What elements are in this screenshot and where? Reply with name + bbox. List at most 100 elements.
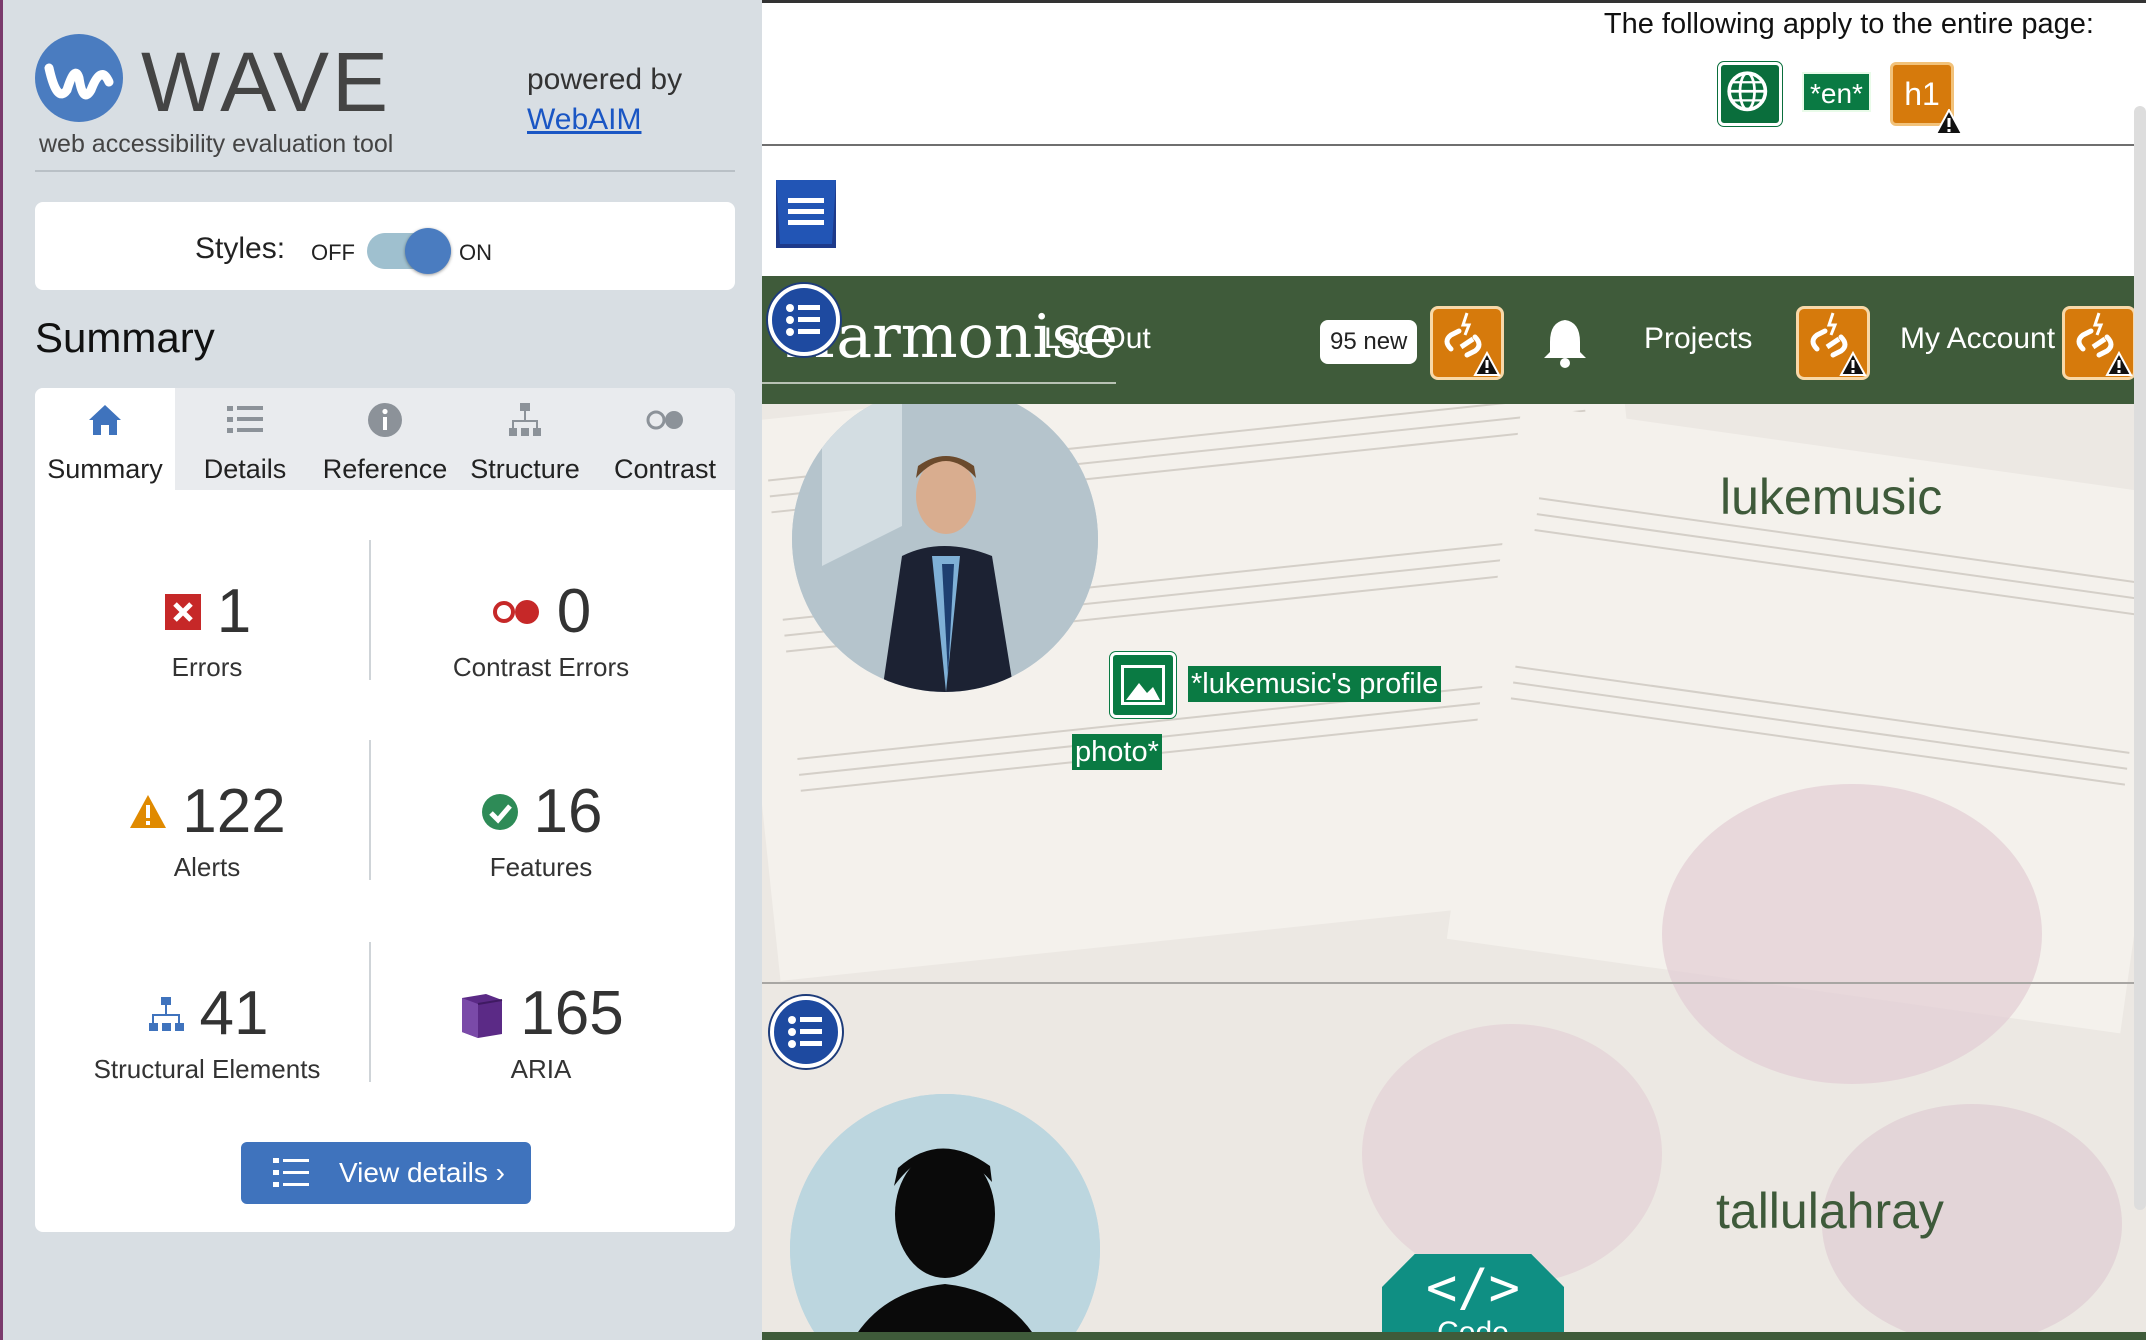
alt-text-label: photo* — [1072, 734, 1162, 770]
projects-link[interactable]: Projects — [1644, 322, 1752, 356]
tab-label: Summary — [47, 454, 163, 484]
aria-label: ARIA — [510, 1054, 572, 1084]
language-feature-icon[interactable] — [1718, 62, 1782, 126]
powered-by: powered by WebAIM — [527, 60, 682, 140]
alt-text-label: *lukemusic's profile — [1188, 666, 1442, 702]
alerts-count: 122 — [182, 777, 286, 846]
contrast-error-icon — [492, 600, 539, 624]
list-icon — [273, 1158, 309, 1187]
h1-alert-icon[interactable]: h1 — [1890, 62, 1963, 135]
aria-stat[interactable]: 165 ARIA — [381, 976, 701, 1085]
aria-icon — [462, 994, 503, 1038]
features-label: Features — [489, 852, 593, 882]
contrast-errors-label: Contrast Errors — [452, 652, 630, 682]
logout-link[interactable]: Log Out — [1044, 322, 1151, 356]
errors-count: 1 — [216, 577, 252, 646]
profile-photo[interactable] — [790, 1094, 1100, 1340]
account-link[interactable]: My Account — [1900, 322, 2055, 356]
errors-stat[interactable]: 1 Errors — [47, 574, 367, 683]
language-label: *en* — [1802, 72, 1871, 112]
notifications-badge[interactable]: 95 new — [1320, 320, 1418, 364]
contrast-errors-count: 0 — [556, 577, 592, 646]
list-icon — [786, 304, 820, 336]
errors-label: Errors — [171, 652, 243, 682]
divider — [762, 982, 2146, 984]
divider — [369, 740, 371, 880]
broken-link-icon — [1810, 312, 1867, 376]
profile-username[interactable]: lukemusic — [1720, 468, 1942, 526]
list-structure-icon[interactable] — [768, 284, 840, 356]
tab-label: Contrast — [613, 454, 717, 484]
webaim-link[interactable]: WebAIM — [527, 100, 682, 140]
structural-count: 41 — [199, 979, 269, 1048]
contrast-errors-stat[interactable]: 0 Contrast Errors — [381, 574, 701, 683]
tab-contrast[interactable]: Contrast — [595, 388, 735, 490]
tab-summary[interactable]: Summary — [35, 388, 175, 490]
wave-tabs: Summary Details Reference Structure Cont… — [35, 388, 735, 490]
flower-image — [1662, 784, 2042, 1084]
staff-line — [1534, 528, 2146, 618]
divider — [35, 170, 735, 172]
divider — [762, 144, 2146, 146]
view-details-label: View details › — [339, 1157, 506, 1188]
page-preview: The following apply to the entire page: … — [762, 0, 2146, 1340]
page-notice: The following apply to the entire page: — [1603, 8, 2094, 40]
image-icon — [1121, 665, 1165, 705]
footer-bar — [762, 1332, 2146, 1340]
tab-details[interactable]: Details — [175, 388, 315, 490]
powered-by-text: powered by — [527, 63, 683, 96]
styles-toggle-knob[interactable] — [405, 228, 451, 274]
document-icon[interactable] — [772, 178, 840, 250]
error-icon — [164, 594, 201, 630]
home-icon — [89, 405, 121, 435]
contrast-icon — [646, 410, 683, 430]
list-icon — [788, 1016, 822, 1048]
tab-label: Details — [203, 454, 287, 484]
structural-label: Structural Elements — [93, 1054, 321, 1084]
list-structure-icon[interactable] — [770, 996, 842, 1068]
link-alert-icon[interactable] — [1796, 306, 1870, 380]
divider — [762, 0, 2146, 3]
hierarchy-icon — [509, 403, 541, 436]
flower-image — [1362, 1024, 1662, 1284]
warning-icon — [1935, 109, 1963, 135]
styles-label: Styles: — [195, 232, 286, 265]
features-stat[interactable]: 16 Features — [381, 774, 701, 883]
image-feature-icon[interactable] — [1110, 652, 1176, 718]
scrollbar[interactable] — [2134, 106, 2146, 1210]
divider — [762, 382, 1116, 384]
features-count: 16 — [533, 777, 603, 846]
divider — [369, 942, 371, 1082]
broken-link-icon — [1444, 312, 1501, 376]
structural-stat[interactable]: 41 Structural Elements — [47, 976, 367, 1085]
tab-label: Structure — [470, 454, 580, 484]
structure-icon — [148, 997, 184, 1031]
wave-title: WAVE — [141, 35, 392, 129]
silhouette-icon — [790, 1094, 1100, 1340]
code-button[interactable]: </> Code — [1382, 1254, 1564, 1340]
view-details-button[interactable]: View details › — [241, 1142, 531, 1204]
profile-username[interactable]: tallulahray — [1716, 1182, 1944, 1240]
staff-line — [1536, 513, 2146, 602]
tab-structure[interactable]: Structure — [455, 388, 595, 490]
site-navbar: Harmonise Log Out 95 new Projects My Acc… — [762, 276, 2146, 404]
staff-line — [1513, 681, 2128, 770]
toggle-on-label: ON — [459, 240, 492, 265]
staff-line — [1510, 697, 2126, 786]
alerts-label: Alerts — [173, 852, 241, 882]
info-icon — [368, 403, 402, 437]
link-alert-icon[interactable] — [2062, 306, 2136, 380]
summary-heading: Summary — [35, 314, 215, 361]
divider — [369, 540, 371, 680]
tab-label: Reference — [322, 454, 448, 484]
toggle-off-label: OFF — [311, 240, 355, 265]
bell-icon[interactable] — [1540, 316, 1590, 368]
broken-link-icon — [2076, 312, 2133, 376]
tab-reference[interactable]: Reference — [315, 388, 455, 490]
wave-sidebar: WAVE web accessibility evaluation tool p… — [0, 0, 762, 1340]
aria-count: 165 — [520, 979, 624, 1048]
summary-card: Summary Details Reference Structure Cont… — [35, 388, 735, 1232]
alerts-stat[interactable]: 122 Alerts — [47, 774, 367, 883]
link-alert-icon[interactable] — [1430, 306, 1504, 380]
styles-toggle-box: Styles: OFF ON — [35, 202, 735, 290]
